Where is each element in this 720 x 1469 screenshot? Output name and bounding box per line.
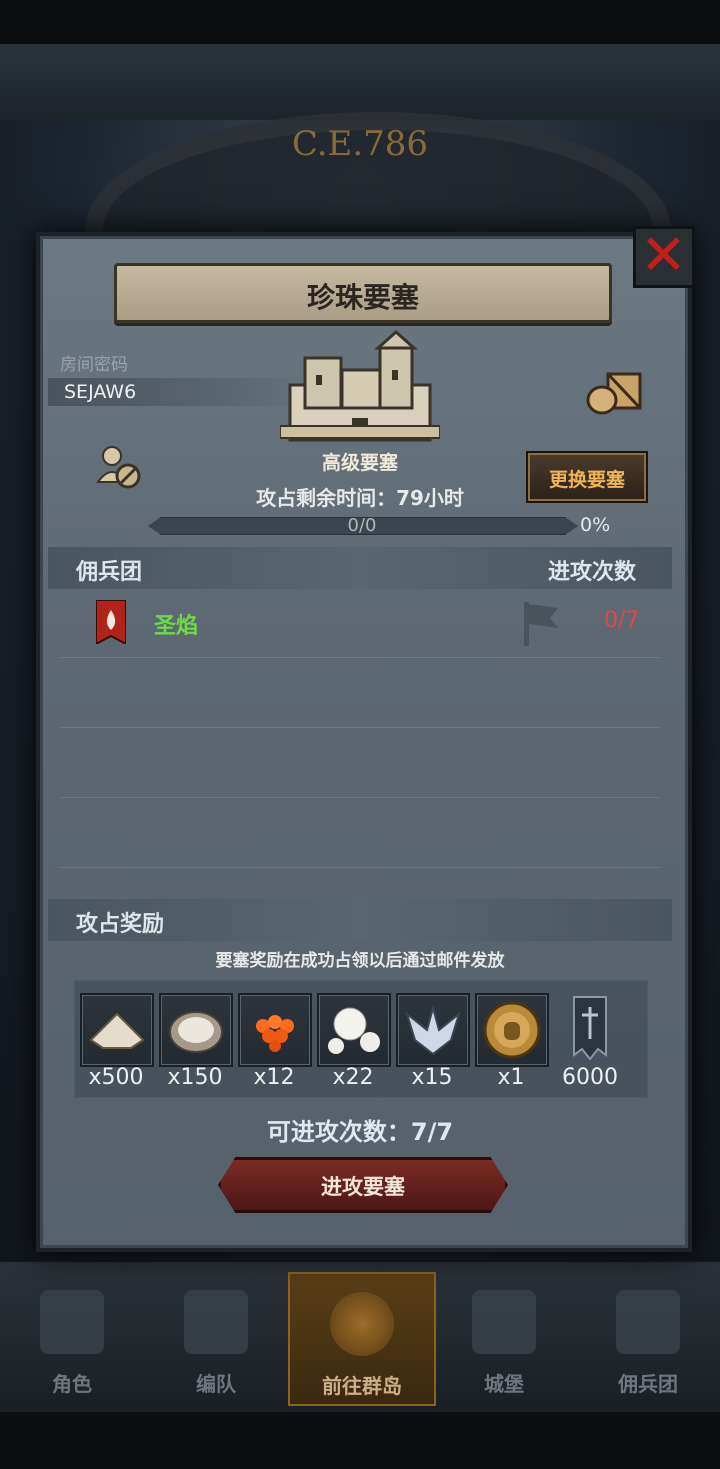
background-band: [0, 44, 720, 120]
close-button[interactable]: ✕: [633, 223, 695, 288]
row-divider: [60, 727, 660, 728]
nav-castle[interactable]: 城堡: [432, 1272, 576, 1402]
nav-label: 编队: [196, 1372, 236, 1396]
mercenary-header: 佣兵团: [76, 560, 143, 585]
reward-slot: [572, 995, 608, 1061]
nav-character[interactable]: 角色: [0, 1272, 144, 1402]
nav-label: 佣兵团: [618, 1372, 678, 1396]
reward-slot: [475, 993, 549, 1067]
fortress-icon: [280, 330, 440, 442]
reward-slot: [396, 993, 470, 1067]
reward-note: 要塞奖励在成功占领以后通过邮件发放: [215, 951, 505, 971]
home-bar: [0, 1412, 720, 1469]
castle-icon: [472, 1290, 536, 1354]
nav-formation[interactable]: 编队: [144, 1272, 288, 1402]
attack-fortress-label: 进攻要塞: [321, 1175, 405, 1199]
row-divider: [60, 657, 660, 658]
knight-medal-icon: [483, 1001, 541, 1059]
ship-icon: [616, 1290, 680, 1354]
reward-slot: [317, 993, 391, 1067]
nav-label: 前往群岛: [322, 1374, 402, 1398]
reward-slot: [159, 993, 233, 1067]
room-code[interactable]: SEJAW6: [64, 381, 136, 403]
nav-label: 城堡: [484, 1372, 524, 1396]
guild-banner-icon: [573, 996, 607, 1061]
time-left: 攻占剩余时间：79小时: [256, 486, 464, 510]
crate-icon[interactable]: [586, 370, 644, 416]
era-label: C.E.786: [291, 124, 429, 164]
progress-percent: 0%: [580, 514, 611, 536]
nav-mercenary[interactable]: 佣兵团: [576, 1272, 720, 1402]
roe-icon: [256, 1015, 294, 1052]
reward-slot: [80, 993, 154, 1067]
guild-name[interactable]: 圣焰: [154, 608, 198, 640]
character-icon: [40, 1290, 104, 1354]
row-divider: [60, 797, 660, 798]
bottom-nav: 角色 编队 前往群岛 城堡 佣兵团: [0, 1262, 720, 1412]
title-banner: 珍珠要塞: [114, 263, 612, 323]
guild-banner-icon: [96, 600, 126, 644]
row-divider: [60, 867, 660, 868]
reward-qty: 6000: [562, 1065, 618, 1090]
progress-text: 0/0: [347, 515, 377, 536]
remaining-attacks: 可进攻次数：7/7: [266, 1118, 454, 1146]
formation-icon: [184, 1290, 248, 1354]
winged-emblem-icon: [405, 1004, 461, 1056]
attack-fortress-button[interactable]: 进攻要塞: [218, 1157, 508, 1213]
guild-attack-count: 0/7: [604, 608, 640, 633]
oyster-icon: [169, 1011, 223, 1053]
reward-header: 攻占奖励: [76, 912, 165, 937]
close-icon: ✕: [640, 223, 687, 288]
attack-times-header: 进攻次数: [548, 560, 637, 585]
room-label: 房间密码: [60, 355, 128, 375]
modal-title: 珍珠要塞: [306, 281, 419, 314]
pearl-icon: [328, 1007, 380, 1054]
reward-slot: [238, 993, 312, 1067]
flour-pile-icon: [89, 1012, 145, 1049]
flag-icon: [524, 602, 558, 646]
compass-icon: [330, 1292, 394, 1356]
nav-islands[interactable]: 前往群岛: [288, 1272, 436, 1406]
nav-label: 角色: [52, 1372, 92, 1396]
status-bar: [0, 0, 720, 44]
